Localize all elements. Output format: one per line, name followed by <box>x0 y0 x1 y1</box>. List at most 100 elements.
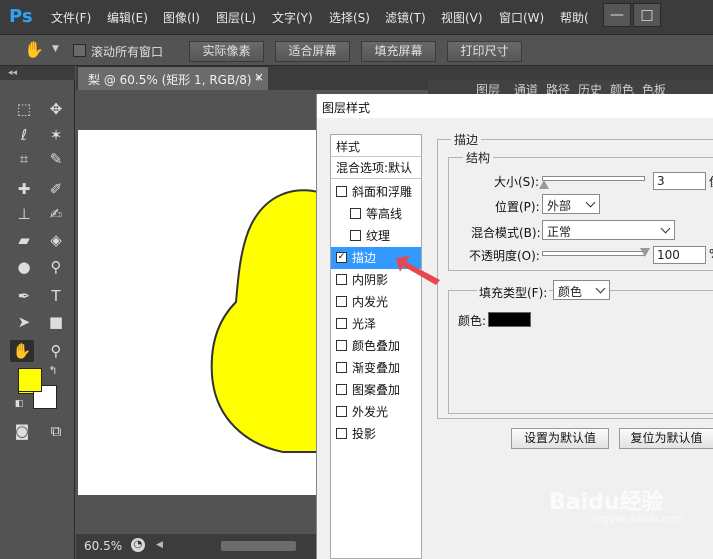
crop-tool-icon[interactable]: ⌗ <box>12 148 36 170</box>
close-tab-icon[interactable]: × <box>254 70 264 84</box>
type-tool-icon[interactable]: T <box>44 285 68 307</box>
styles-header[interactable]: 样式 <box>331 135 421 157</box>
annotation-arrow-icon <box>396 256 440 285</box>
horizontal-scrollbar[interactable] <box>221 541 296 551</box>
scroll-all-windows-label: 滚动所有窗口 <box>91 45 164 59</box>
gradient-overlay-checkbox[interactable] <box>336 362 347 373</box>
path-selection-tool-icon[interactable]: ➤ <box>12 311 36 333</box>
default-colors-icon[interactable]: ◧ <box>13 398 25 410</box>
paint-bucket-tool-icon[interactable]: ◈ <box>44 229 68 251</box>
opacity-label: 不透明度(O): <box>469 249 540 263</box>
restore-button[interactable]: □ <box>633 3 661 27</box>
fill-screen-button[interactable]: 填充屏幕 <box>361 41 436 62</box>
print-size-button[interactable]: 打印尺寸 <box>447 41 522 62</box>
fill-type-group <box>448 290 713 414</box>
position-select[interactable]: 外部 <box>542 194 600 214</box>
stroke-color-swatch[interactable] <box>488 312 531 327</box>
menu-bar: Ps 文件(F) 编辑(E) 图像(I) 图层(L) 文字(Y) 选择(S) 滤… <box>0 0 713 34</box>
menu-layer[interactable]: 图层(L) <box>216 9 256 26</box>
style-bevel-emboss[interactable]: 斜面和浮雕 <box>331 181 421 203</box>
swap-colors-icon[interactable]: ↰ <box>46 364 60 378</box>
color-overlay-checkbox[interactable] <box>336 340 347 351</box>
hand-tool-button-icon[interactable]: ✋ <box>10 340 34 362</box>
minimize-button[interactable]: — <box>603 3 631 27</box>
style-inner-glow[interactable]: 内发光 <box>331 291 421 313</box>
style-gradient-overlay[interactable]: 渐变叠加 <box>331 357 421 379</box>
status-info-icon[interactable]: ◔ <box>131 538 145 552</box>
pear-shape <box>210 189 323 453</box>
menu-image[interactable]: 图像(I) <box>163 9 200 26</box>
satin-checkbox[interactable] <box>336 318 347 329</box>
panel-dock-header <box>428 66 713 80</box>
clone-stamp-tool-icon[interactable]: ⊥ <box>12 203 36 225</box>
style-pattern-overlay[interactable]: 图案叠加 <box>331 379 421 401</box>
tool-preset-chevron-icon[interactable]: ▼ <box>52 44 59 54</box>
chevron-down-icon <box>595 283 606 294</box>
hand-tool-icon[interactable]: ✋ <box>24 40 44 59</box>
chevron-down-icon <box>585 197 596 208</box>
contour-checkbox[interactable] <box>350 208 361 219</box>
opacity-input[interactable]: 100 <box>653 246 706 264</box>
history-brush-tool-icon[interactable]: ✍ <box>44 203 68 225</box>
fill-type-select[interactable]: 颜色 <box>553 280 610 300</box>
inner-glow-checkbox[interactable] <box>336 296 347 307</box>
menu-filter[interactable]: 滤镜(T) <box>385 9 426 26</box>
contour-label: 等高线 <box>366 207 403 221</box>
style-texture[interactable]: 纹理 <box>331 225 421 247</box>
pattern-overlay-label: 图案叠加 <box>352 383 401 397</box>
style-satin[interactable]: 光泽 <box>331 313 421 335</box>
eraser-tool-icon[interactable]: ▰ <box>12 229 36 251</box>
size-slider[interactable] <box>542 176 645 181</box>
size-input[interactable]: 3 <box>653 172 706 190</box>
dodge-tool-icon[interactable]: ⚲ <box>44 256 68 278</box>
style-drop-shadow[interactable]: 投影 <box>331 423 421 445</box>
marquee-tool-icon[interactable]: ⬚ <box>12 98 36 120</box>
actual-pixels-button[interactable]: 实际像素 <box>189 41 264 62</box>
menu-type[interactable]: 文字(Y) <box>272 9 313 26</box>
opacity-slider[interactable] <box>542 251 645 256</box>
texture-checkbox[interactable] <box>350 230 361 241</box>
blend-mode-select[interactable]: 正常 <box>542 220 675 240</box>
outer-glow-checkbox[interactable] <box>336 406 347 417</box>
menu-file[interactable]: 文件(F) <box>51 9 91 26</box>
menu-window[interactable]: 窗口(W) <box>499 9 544 26</box>
lasso-tool-icon[interactable]: ℓ <box>12 124 36 146</box>
foreground-color-front[interactable] <box>18 368 42 392</box>
size-slider-thumb[interactable] <box>539 180 550 189</box>
style-color-overlay[interactable]: 颜色叠加 <box>331 335 421 357</box>
document-canvas[interactable] <box>78 130 323 495</box>
eyedropper-tool-icon[interactable]: ✎ <box>44 148 68 170</box>
bevel-emboss-checkbox[interactable] <box>336 186 347 197</box>
magic-wand-tool-icon[interactable]: ✶ <box>44 124 68 146</box>
menu-view[interactable]: 视图(V) <box>441 9 483 26</box>
quick-mask-icon[interactable]: ◙ <box>10 420 34 442</box>
fill-type-value: 颜色 <box>558 285 583 299</box>
zoom-tool-icon[interactable]: ⚲ <box>44 340 68 362</box>
style-contour[interactable]: 等高线 <box>331 203 421 225</box>
blend-mode-value: 正常 <box>547 225 572 239</box>
zoom-level[interactable]: 60.5% <box>84 539 122 553</box>
style-outer-glow[interactable]: 外发光 <box>331 401 421 423</box>
brush-tool-icon[interactable]: ✐ <box>44 178 68 200</box>
inner-shadow-checkbox[interactable] <box>336 274 347 285</box>
fit-screen-button[interactable]: 适合屏幕 <box>275 41 350 62</box>
reset-default-button[interactable]: 复位为默认值 <box>619 428 713 449</box>
document-tab[interactable]: 梨 @ 60.5% (矩形 1, RGB/8) * × <box>78 66 268 90</box>
move-tool-icon[interactable]: ✥ <box>44 98 68 120</box>
screen-mode-icon[interactable]: ⧉ <box>44 420 68 442</box>
make-default-button[interactable]: 设置为默认值 <box>511 428 609 449</box>
blend-options-item[interactable]: 混合选项:默认 <box>331 157 421 179</box>
healing-brush-tool-icon[interactable]: ✚ <box>12 178 36 200</box>
stroke-checkbox[interactable]: ✓ <box>336 252 347 263</box>
blur-tool-icon[interactable]: ● <box>12 256 36 278</box>
menu-edit[interactable]: 编辑(E) <box>107 9 148 26</box>
scroll-all-windows-checkbox[interactable] <box>73 44 86 57</box>
pattern-overlay-checkbox[interactable] <box>336 384 347 395</box>
menu-select[interactable]: 选择(S) <box>329 9 370 26</box>
menu-help[interactable]: 帮助( <box>560 9 589 26</box>
rectangle-tool-icon[interactable]: ■ <box>44 311 68 333</box>
pen-tool-icon[interactable]: ✒ <box>12 285 36 307</box>
drop-shadow-checkbox[interactable] <box>336 428 347 439</box>
status-arrow-icon[interactable]: ◀ <box>156 540 163 550</box>
opacity-slider-thumb[interactable] <box>640 248 650 257</box>
